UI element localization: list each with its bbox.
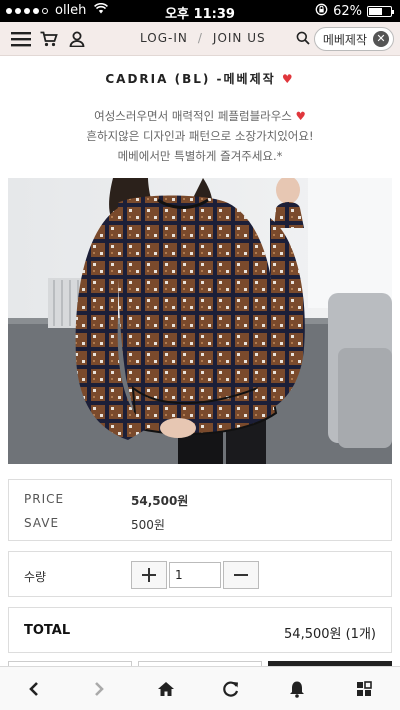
search-input[interactable]: 메베제작 ✕ xyxy=(313,27,394,51)
login-link[interactable]: LOG-IN xyxy=(140,31,188,45)
search-value: 메베제작 xyxy=(322,32,367,47)
quantity-input[interactable]: 1 xyxy=(169,562,221,588)
home-icon[interactable] xyxy=(154,677,178,701)
user-icon[interactable] xyxy=(66,28,88,50)
total-value: 54,500원 (1개) xyxy=(284,627,376,642)
refresh-icon[interactable] xyxy=(219,677,243,701)
price-value: 54,500원 xyxy=(131,494,189,508)
battery-icon xyxy=(367,6,394,17)
chevron-right-icon[interactable] xyxy=(87,677,111,701)
rotation-lock-icon xyxy=(315,3,328,20)
product-description: 여성스러우면서 매력적인 페플럼블라우스 ♥ 흔하지않은 디자인과 패턴으로 소… xyxy=(0,106,400,166)
increase-quantity-button[interactable] xyxy=(131,561,167,589)
desc-line: 여성스러우면서 매력적인 페플럼블라우스 ♥ xyxy=(94,109,306,123)
save-value: 500원 xyxy=(131,518,165,532)
total-label: TOTAL xyxy=(24,623,71,638)
status-bar: olleh 오후 11:39 62% xyxy=(0,0,400,22)
total-summary: TOTAL 54,500원 (1개) xyxy=(8,607,392,653)
quantity-label: 수량 xyxy=(24,570,47,584)
battery-percent: 62% xyxy=(333,4,362,19)
quantity-stepper: 수량 1 xyxy=(8,551,392,597)
desc-line: 메베에서만 특별하게 즐겨주세요.* xyxy=(117,149,283,163)
price-info: PRICE 54,500원 SAVE 500원 xyxy=(8,479,392,541)
bell-icon[interactable] xyxy=(285,677,309,701)
product-image[interactable] xyxy=(8,178,392,464)
heart-icon: ♥ xyxy=(295,109,306,123)
product-photo xyxy=(8,178,392,464)
cart-icon[interactable] xyxy=(38,28,60,50)
product-title: CADRIA (BL) -메베제작 ♥ xyxy=(0,70,400,87)
plus-icon xyxy=(142,568,156,582)
battery-level xyxy=(369,8,382,15)
join-link[interactable]: JOIN US xyxy=(213,31,266,45)
tabs-icon[interactable] xyxy=(352,677,376,701)
browser-toolbar xyxy=(0,666,400,710)
hamburger-icon[interactable] xyxy=(10,28,32,50)
save-label: SAVE xyxy=(24,516,60,530)
clear-search-button[interactable]: ✕ xyxy=(373,31,389,47)
search-icon[interactable] xyxy=(296,30,310,49)
desc-line: 흔하지않은 디자인과 패턴으로 소장가치있어요! xyxy=(86,129,314,143)
top-nav: LOG-IN / JOIN US 메베제작 ✕ xyxy=(0,22,400,56)
decrease-quantity-button[interactable] xyxy=(223,561,259,589)
price-label: PRICE xyxy=(24,492,65,506)
chevron-left-icon[interactable] xyxy=(22,677,46,701)
product-name: CADRIA (BL) -메베제작 xyxy=(105,72,276,86)
heart-icon: ♥ xyxy=(281,72,295,86)
minus-icon xyxy=(234,574,248,576)
nav-separator: / xyxy=(197,31,203,45)
